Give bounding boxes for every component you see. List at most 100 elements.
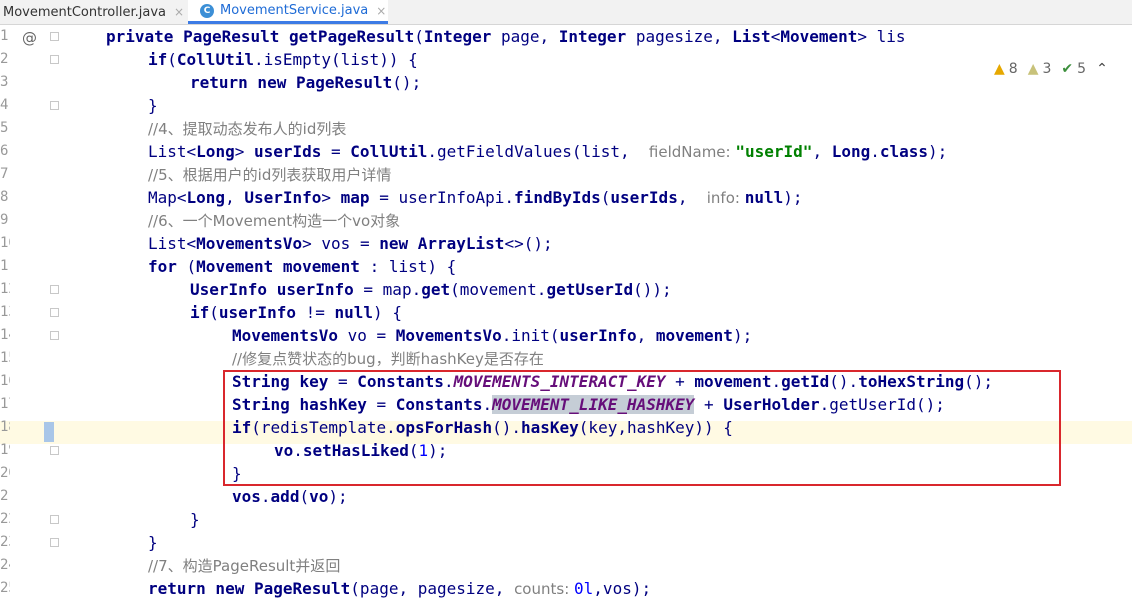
code-text: if(userInfo != null) { — [190, 301, 402, 324]
code-token: null — [744, 188, 784, 207]
java-class-icon: C — [200, 3, 214, 18]
code-line[interactable]: 12 UserInfo userInfo = map.get(movement.g… — [0, 278, 1132, 301]
line-number: 12 — [0, 281, 10, 297]
code-token: ( — [600, 188, 611, 207]
code-token: ( — [414, 27, 424, 46]
code-token: pagesize, — [635, 27, 733, 46]
code-text: //7、构造PageResult并返回 — [148, 554, 340, 578]
code-token: > vos = — [302, 234, 380, 253]
code-token: ,vos); — [593, 579, 652, 598]
code-token: . — [870, 142, 880, 161]
code-token: userInfo — [276, 280, 364, 299]
code-token: getUserId — [546, 280, 634, 299]
code-line[interactable]: 11 for (Movement movement : list) { — [0, 255, 1132, 278]
code-line[interactable]: 6 List<Long> userIds = CollUtil.getFieldV… — [0, 140, 1132, 163]
inspection-widget[interactable]: ▲ 8 ▲ 3 ✔ 5 ⌃ — [990, 61, 1112, 77]
code-editor[interactable]: @ 1 private PageResult getPageResult(Inte… — [0, 25, 1132, 606]
code-text: return new PageResult(page, pagesize, co… — [148, 577, 651, 601]
code-line[interactable]: 24 //7、构造PageResult并返回 — [0, 554, 1132, 577]
tab-movement-service[interactable]: C MovementService.java × — [188, 0, 388, 24]
line-number: 20 — [0, 465, 10, 481]
code-line[interactable]: 7 //5、根据用户的id列表获取用户详情 — [0, 163, 1132, 186]
code-token: > — [234, 142, 254, 161]
line-number: 21 — [0, 488, 10, 504]
line-number: 17 — [0, 396, 10, 412]
line-number: 18 — [0, 419, 10, 435]
code-token: , — [812, 142, 832, 161]
code-token: PageResult — [295, 73, 393, 92]
code-token: vo — [309, 487, 329, 506]
code-text: //修复点赞状态的bug，判断hashKey是否存在 — [232, 347, 544, 371]
code-text: vos.add(vo); — [232, 485, 348, 508]
code-text: } — [148, 531, 158, 554]
code-text: } — [148, 94, 158, 117]
warning-count: 8 — [1008, 61, 1018, 77]
close-icon[interactable]: × — [174, 5, 184, 19]
code-line[interactable]: 8 Map<Long, UserInfo> map = userInfoApi.f… — [0, 186, 1132, 209]
code-token: ( — [299, 487, 310, 506]
code-token: counts: — [514, 580, 575, 598]
weak-warning-count: 3 — [1042, 61, 1052, 77]
code-token: ArrayList — [417, 234, 505, 253]
code-token: (); — [392, 73, 422, 92]
code-line[interactable]: 21 vos.add(vo); — [0, 485, 1132, 508]
code-token: ()); — [633, 280, 672, 299]
line-number: 4 — [0, 97, 9, 113]
tab-movement-controller[interactable]: MovementController.java × — [0, 0, 188, 24]
code-token: PageResult — [253, 579, 351, 598]
tab-label: MovementController.java — [3, 4, 166, 20]
code-token: <>(); — [504, 234, 553, 253]
line-number: 3 — [0, 74, 9, 90]
code-token: . — [501, 326, 512, 345]
code-text: UserInfo userInfo = map.get(movement.get… — [190, 278, 672, 301]
code-line[interactable]: 25 return new PageResult(page, pagesize, … — [0, 577, 1132, 600]
line-number: 25 — [0, 580, 10, 596]
code-line[interactable]: 14 MovementsVo vo = MovementsVo.init(user… — [0, 324, 1132, 347]
code-token: > — [321, 188, 341, 207]
code-token: (movement. — [450, 280, 547, 299]
code-line[interactable]: 10 List<MovementsVo> vos = new ArrayList<… — [0, 232, 1132, 255]
line-number: 23 — [0, 534, 10, 550]
code-line[interactable]: 13 if(userInfo != null) { — [0, 301, 1132, 324]
code-line[interactable]: 2 if(CollUtil.isEmpty(list)) { — [0, 48, 1132, 71]
code-token: new — [379, 234, 418, 253]
line-number: 13 — [0, 304, 10, 320]
code-token: //5、根据用户的id列表获取用户详情 — [148, 166, 392, 184]
code-line[interactable]: 15 //修复点赞状态的bug，判断hashKey是否存在 — [0, 347, 1132, 370]
code-token: ( — [186, 257, 197, 276]
code-token: } — [190, 510, 200, 529]
line-number: 7 — [0, 166, 9, 182]
code-token: movement — [282, 257, 370, 276]
code-token: //修复点赞状态的bug，判断hashKey是否存在 — [232, 350, 544, 368]
code-token: info: — [706, 189, 745, 207]
code-token: private — [106, 27, 184, 46]
code-line[interactable]: 23} — [0, 531, 1132, 554]
code-token: , — [636, 326, 656, 345]
code-line[interactable]: 1 private PageResult getPageResult(Intege… — [0, 25, 1132, 48]
code-text: } — [190, 508, 200, 531]
line-number: 24 — [0, 557, 10, 573]
line-number: 9 — [0, 212, 9, 228]
code-token: ); — [732, 326, 753, 345]
code-line[interactable]: 22} — [0, 508, 1132, 531]
code-line[interactable]: 4} — [0, 94, 1132, 117]
close-icon[interactable]: × — [376, 4, 386, 18]
code-token: Long — [186, 188, 226, 207]
code-token: page, — [500, 27, 559, 46]
code-token: for — [148, 257, 187, 276]
code-token: Long — [831, 142, 871, 161]
code-token: CollUtil — [350, 142, 428, 161]
code-token: Long — [196, 142, 235, 161]
code-text: //4、提取动态发布人的id列表 — [148, 117, 346, 141]
code-token: vo = — [347, 326, 396, 345]
code-token: MovementsVo — [395, 326, 502, 345]
code-token: > lis — [857, 27, 906, 46]
line-number: 14 — [0, 327, 10, 343]
code-line[interactable]: 5 //4、提取动态发布人的id列表 — [0, 117, 1132, 140]
chevron-up-icon[interactable]: ⌃ — [1096, 61, 1108, 77]
code-line[interactable]: 9 //6、一个Movement构造一个vo对象 — [0, 209, 1132, 232]
code-line[interactable]: 3 return new PageResult(); — [0, 71, 1132, 94]
code-token: return new — [148, 579, 254, 598]
code-text: //6、一个Movement构造一个vo对象 — [148, 209, 400, 233]
code-token: , — [225, 188, 245, 207]
